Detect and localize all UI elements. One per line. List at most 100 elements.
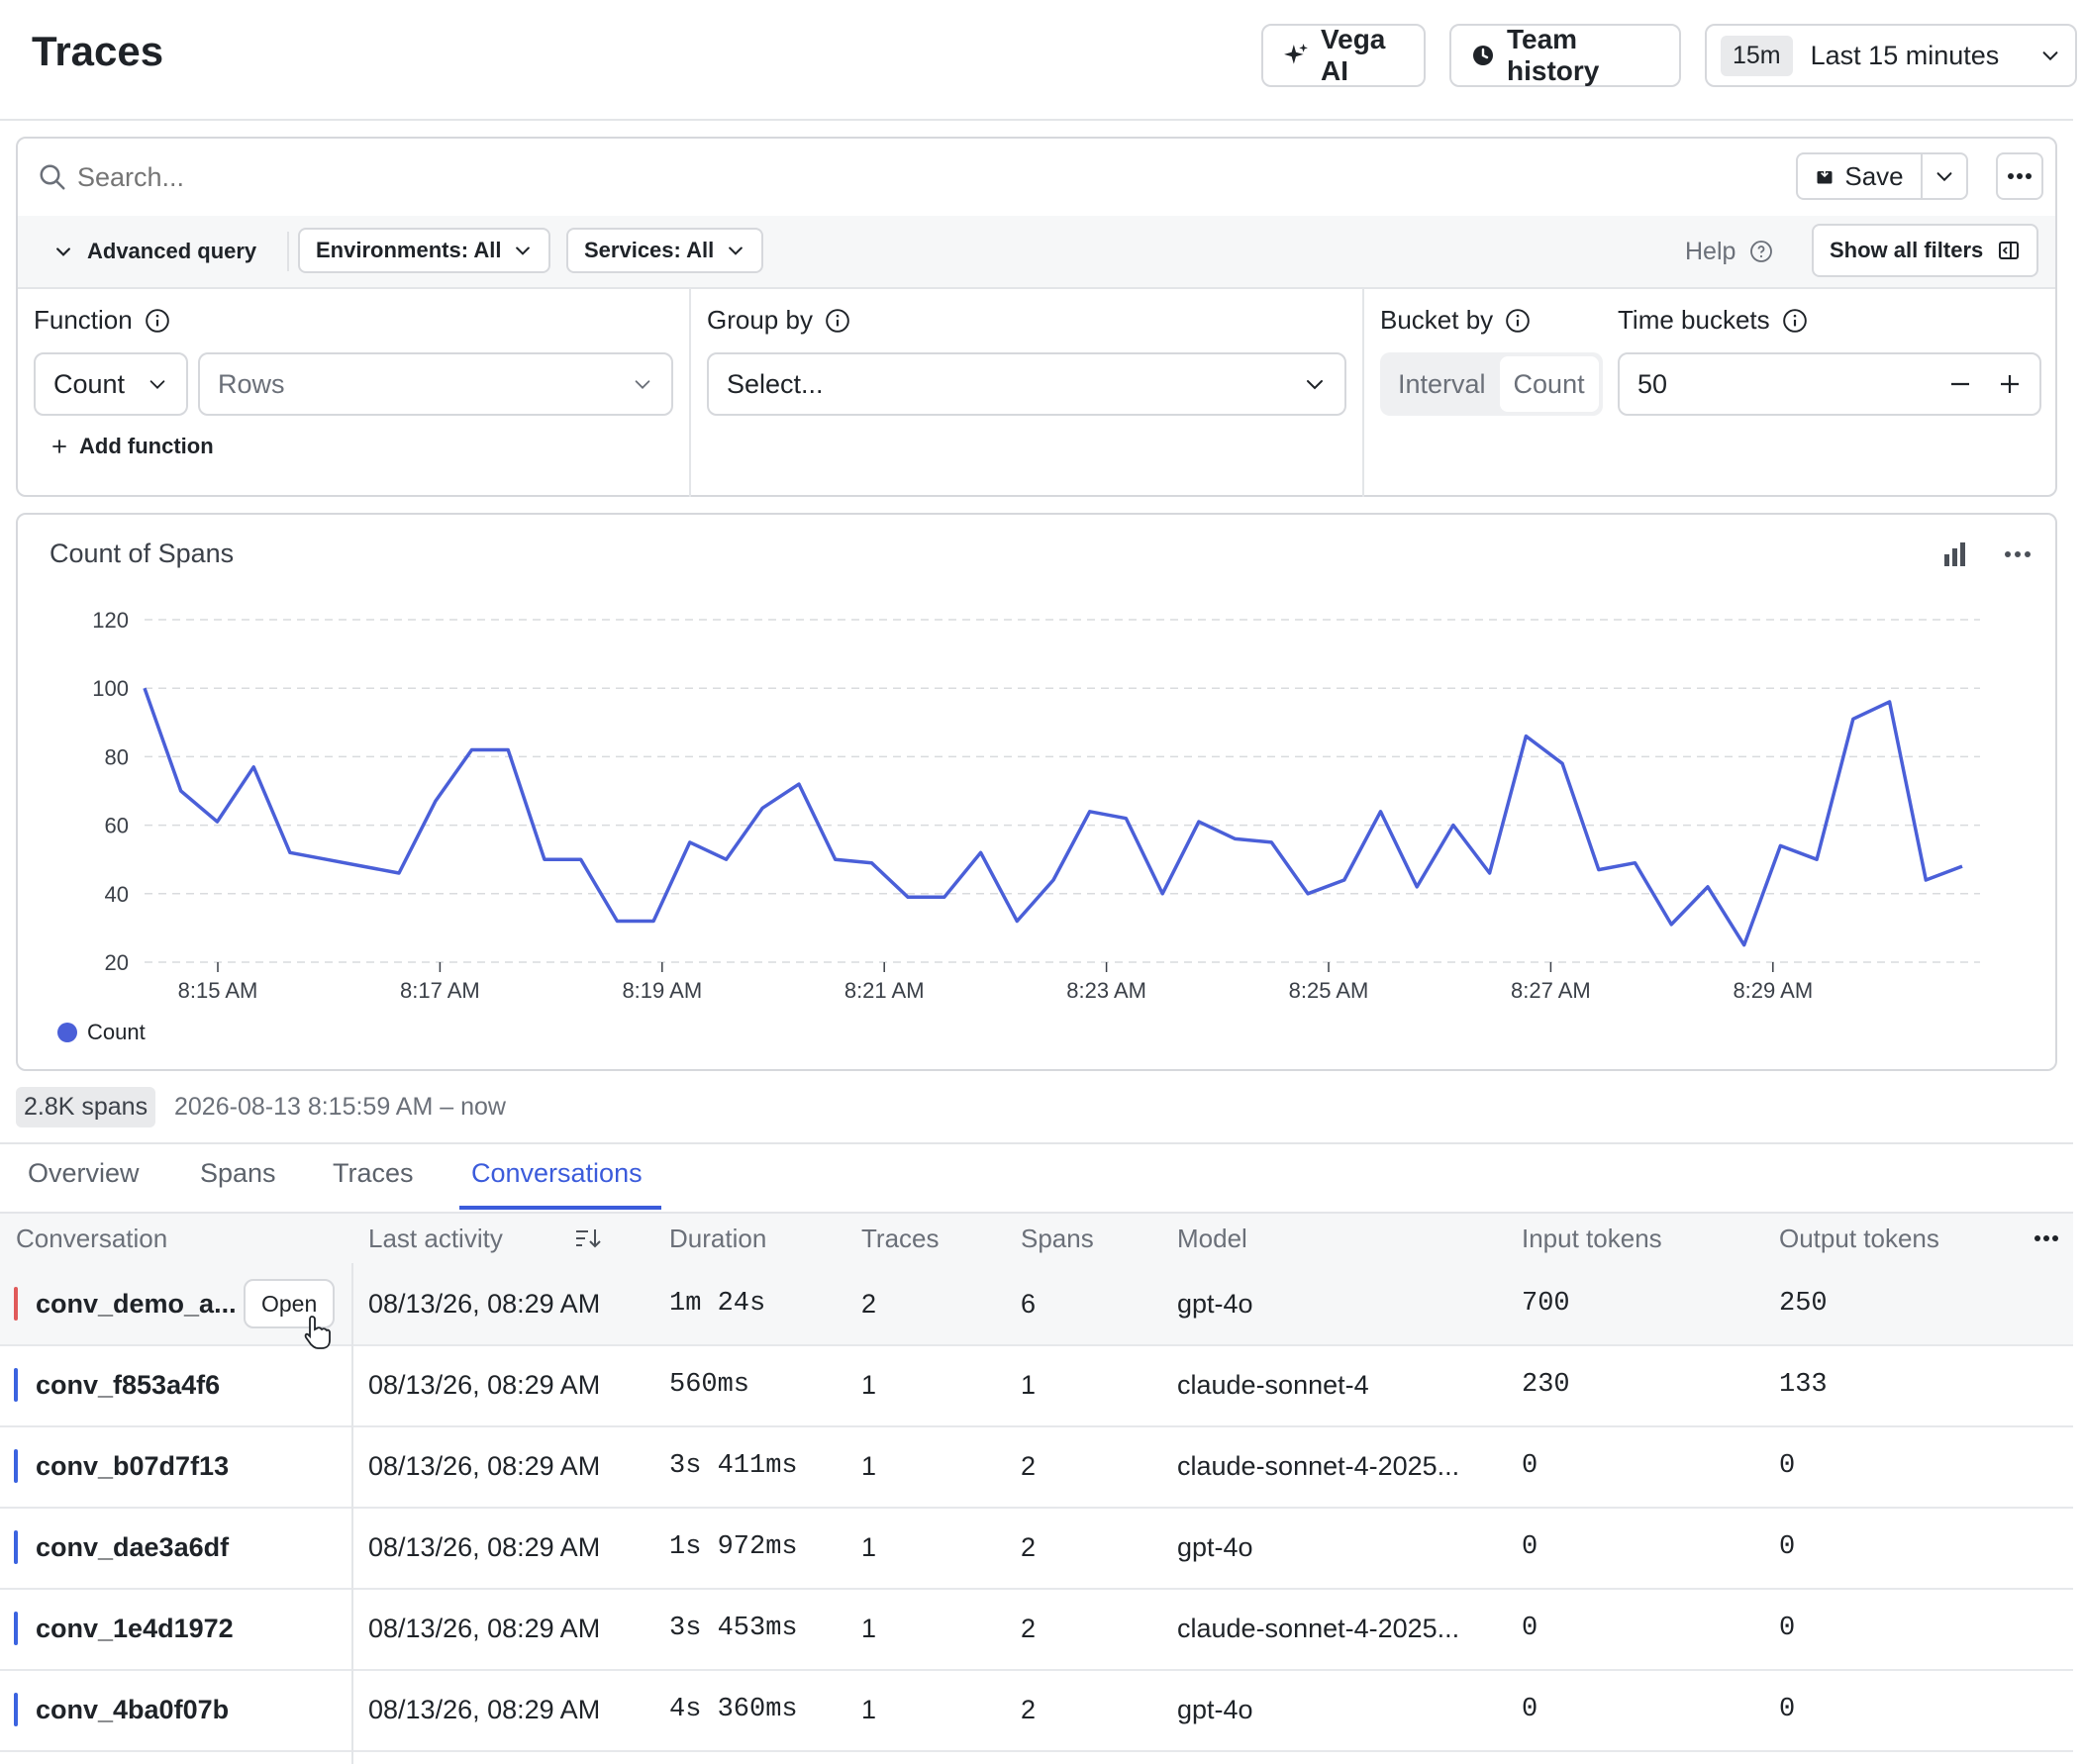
model: gpt-4o <box>1177 1532 1253 1562</box>
table-row[interactable]: conv_dae3a6df 08/13/26, 08:29 AM 1s 972m… <box>0 1507 2073 1590</box>
spans-count: 2 <box>1021 1614 1037 1643</box>
tab-traces[interactable]: Traces <box>333 1158 414 1189</box>
header-divider <box>0 119 2073 121</box>
advanced-query-label: Advanced query <box>87 239 257 263</box>
legend-swatch <box>57 1023 77 1042</box>
spans-count: 6 <box>1021 1289 1037 1319</box>
output-tokens: 133 <box>1779 1370 1828 1400</box>
spans-count: 2 <box>1021 1695 1037 1724</box>
output-tokens: 0 <box>1779 1532 1796 1562</box>
x-tick-label: 8:21 AM <box>844 978 925 1003</box>
conversation-id[interactable]: conv_1e4d1972 <box>36 1588 234 1669</box>
y-tick-label: 80 <box>105 744 129 769</box>
conversation-id[interactable]: conv_f853a4f6 <box>36 1344 220 1425</box>
tab-spans[interactable]: Spans <box>200 1158 276 1189</box>
column-header-duration[interactable]: Duration <box>669 1214 766 1263</box>
time-buckets-stepper: 50 <box>1618 352 2041 416</box>
table-row[interactable]: conv_b07d7f13 08/13/26, 08:29 AM 3s 411m… <box>0 1425 2073 1509</box>
duration: 560ms <box>669 1370 750 1400</box>
add-function-button[interactable]: Add function <box>50 434 214 459</box>
table-row[interactable]: conv_4ba0f07b 08/13/26, 08:29 AM 4s 360m… <box>0 1669 2073 1752</box>
info-icon[interactable] <box>1782 308 1808 334</box>
output-tokens: 0 <box>1779 1695 1796 1724</box>
x-tick-label: 8:27 AM <box>1511 978 1591 1003</box>
conversation-id[interactable]: conv_4ba0f07b <box>36 1669 229 1750</box>
conversation-id[interactable]: conv_b07d7f13 <box>36 1425 229 1507</box>
function-field-select[interactable]: Rows <box>198 352 673 416</box>
time-buckets-input[interactable]: 50 <box>1637 369 1667 400</box>
column-header-model[interactable]: Model <box>1177 1214 1247 1263</box>
row-marker <box>14 1287 18 1321</box>
save-options-dropdown[interactable] <box>1923 154 1966 198</box>
environments-filter-label: Environments: All <box>316 238 502 262</box>
input-tokens: 230 <box>1522 1370 1570 1400</box>
function-select[interactable]: Count <box>34 352 188 416</box>
save-button[interactable]: Save <box>1798 154 1923 198</box>
help-link[interactable]: Help <box>1685 229 1773 274</box>
services-filter[interactable]: Services: All <box>566 228 764 273</box>
plus-icon[interactable] <box>1998 372 2022 396</box>
last-activity: 08/13/26, 08:29 AM <box>368 1614 601 1643</box>
minus-icon[interactable] <box>1948 372 1972 396</box>
function-heading: Function <box>34 305 170 336</box>
column-header-traces[interactable]: Traces <box>861 1214 940 1263</box>
vega-ai-label: Vega AI <box>1321 24 1386 86</box>
bucket-by-interval-option[interactable]: Interval <box>1384 356 1500 412</box>
team-history-button[interactable]: Team history <box>1449 24 1681 87</box>
tabs-top-divider <box>0 1142 2073 1144</box>
column-header-input-tokens[interactable]: Input tokens <box>1522 1214 1662 1263</box>
info-icon[interactable] <box>825 308 850 334</box>
info-icon[interactable] <box>145 308 170 334</box>
info-icon[interactable] <box>1505 308 1531 334</box>
time-range-picker[interactable]: 15m Last 15 minutes <box>1705 24 2077 87</box>
bucket-by-toggle: Interval Count <box>1380 352 1603 416</box>
environments-filter[interactable]: Environments: All <box>298 228 551 273</box>
advanced-query-toggle[interactable]: Advanced query <box>53 229 256 274</box>
duration: 3s 453ms <box>669 1614 798 1643</box>
duration: 1s 972ms <box>669 1532 798 1562</box>
output-tokens: 250 <box>1779 1289 1828 1319</box>
spans-count: 2 <box>1021 1532 1037 1562</box>
row-marker <box>14 1449 18 1483</box>
more-options-button[interactable] <box>1996 152 2043 200</box>
x-tick-label: 8:29 AM <box>1733 978 1813 1003</box>
sort-descending-icon[interactable] <box>574 1226 602 1250</box>
bucket-by-count-option[interactable]: Count <box>1499 356 1599 412</box>
conversation-id[interactable]: conv_dae3a6df <box>36 1507 229 1588</box>
group-by-select[interactable]: Select... <box>707 352 1346 416</box>
column-header-conversation[interactable]: Conversation <box>16 1214 167 1263</box>
traces-count: 1 <box>861 1532 877 1562</box>
x-tick-label: 8:23 AM <box>1066 978 1146 1003</box>
search-input[interactable] <box>75 154 1267 200</box>
duration: 4s 360ms <box>669 1695 798 1724</box>
more-horizontal-icon[interactable] <box>2033 1234 2059 1242</box>
tab-overview[interactable]: Overview <box>28 1158 140 1189</box>
tab-conversations[interactable]: Conversations <box>471 1158 643 1189</box>
series-line-count[interactable] <box>143 687 1963 947</box>
duration: 1m 24s <box>669 1289 766 1319</box>
column-divider <box>689 287 691 497</box>
table-row[interactable]: conv_f853a4f6 08/13/26, 08:29 AM 560ms 1… <box>0 1344 2073 1427</box>
table-row[interactable]: conv_demo_a... Open 08/13/26, 08:29 AM 1… <box>0 1263 2073 1349</box>
show-all-filters-button[interactable]: Show all filters <box>1812 224 2039 277</box>
vega-ai-button[interactable]: Vega AI <box>1261 24 1426 87</box>
plus-icon <box>50 437 69 456</box>
model: gpt-4o <box>1177 1695 1253 1724</box>
group-by-heading: Group by <box>707 305 850 336</box>
function-field-placeholder: Rows <box>218 368 285 399</box>
row-marker <box>14 1368 18 1402</box>
column-header-spans[interactable]: Spans <box>1021 1214 1094 1263</box>
add-function-label: Add function <box>79 434 214 458</box>
group-by-label: Group by <box>707 305 813 335</box>
search-row: Save <box>18 139 2055 218</box>
conversation-id[interactable]: conv_demo_a... <box>36 1263 237 1344</box>
table-row[interactable]: conv_1e4d1972 08/13/26, 08:29 AM 3s 453m… <box>0 1588 2073 1671</box>
function-label: Function <box>34 305 133 335</box>
row-marker <box>14 1530 18 1564</box>
column-header-last-activity[interactable]: Last activity <box>368 1214 503 1263</box>
bucket-by-heading: Bucket by <box>1380 305 1531 336</box>
last-activity: 08/13/26, 08:29 AM <box>368 1695 601 1724</box>
column-header-output-tokens[interactable]: Output tokens <box>1779 1214 1939 1263</box>
active-tab-indicator <box>459 1206 661 1210</box>
time-buckets-label: Time buckets <box>1618 305 1770 335</box>
